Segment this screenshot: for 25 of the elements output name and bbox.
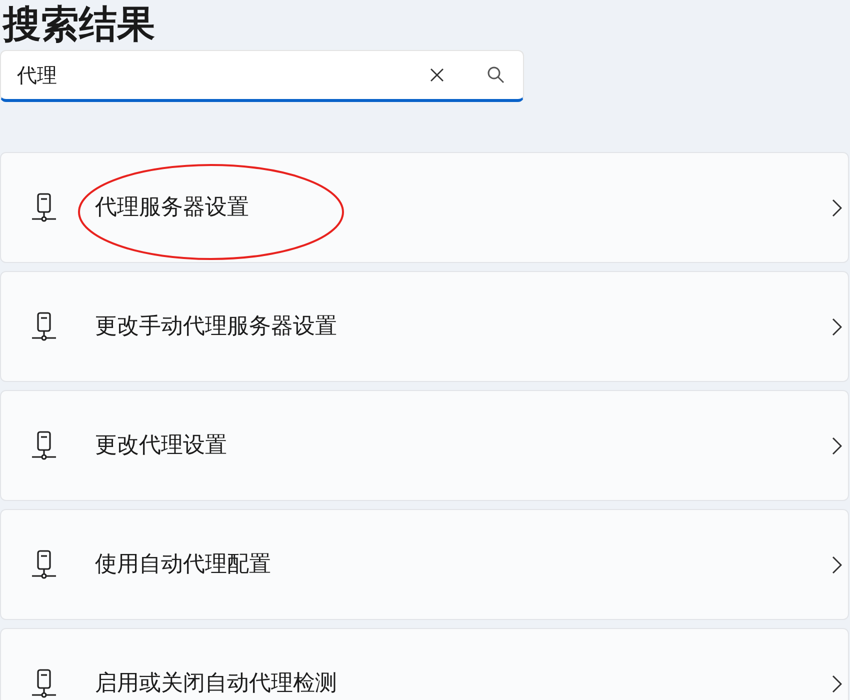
result-label: 代理服务器设置 [95,194,249,222]
result-label: 使用自动代理配置 [95,551,271,579]
search-icon[interactable] [487,66,505,84]
result-item[interactable]: 启用或关闭自动代理检测 [0,628,849,700]
result-item[interactable]: 更改手动代理服务器设置 [0,271,849,382]
result-item[interactable]: 更改代理设置 [0,390,849,501]
chevron-right-icon [832,674,842,692]
server-icon [31,312,57,342]
chevron-right-icon [832,198,842,216]
server-icon [31,430,57,460]
server-icon [31,668,57,698]
result-label: 启用或关闭自动代理检测 [95,670,337,698]
result-label: 更改手动代理服务器设置 [95,313,337,341]
close-icon[interactable] [430,68,444,82]
server-icon [31,550,57,580]
chevron-right-icon [832,436,842,454]
search-input[interactable]: 代理 [17,60,430,90]
page-title: 搜索结果 [3,2,155,46]
chevron-right-icon [832,556,842,574]
result-item[interactable]: 使用自动代理配置 [0,509,849,620]
result-item[interactable]: 代理服务器设置 [0,152,849,263]
chevron-right-icon [832,318,842,336]
result-label: 更改代理设置 [95,432,227,460]
search-bar[interactable]: 代理 [0,50,524,102]
server-icon [31,192,57,222]
